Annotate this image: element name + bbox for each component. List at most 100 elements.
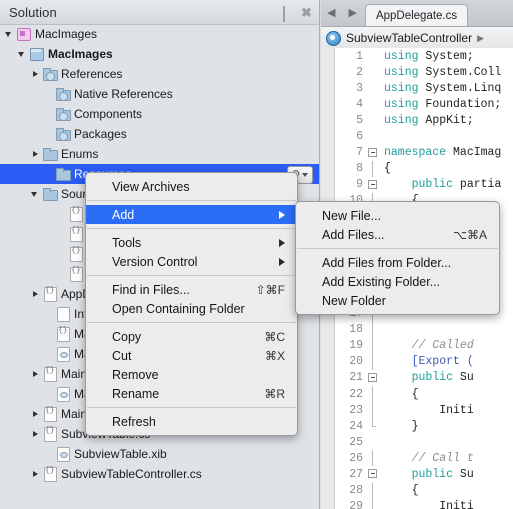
menu-item-label: Cut (112, 348, 132, 363)
disclosure-closed-icon[interactable] (30, 289, 41, 300)
code-line: 5 using AppKit; (321, 112, 513, 128)
menu-item-shortcut: ⌘X (264, 348, 285, 363)
line-number: 5 (356, 113, 363, 127)
tree-row-label: Components (74, 107, 143, 121)
submenu-arrow-icon (279, 257, 285, 266)
menu-item-tools[interactable]: Tools (86, 233, 297, 252)
menu-item-shortcut: ⌘C (264, 329, 285, 344)
tree-row[interactable]: Enums (0, 144, 319, 164)
cs-file-icon (68, 246, 83, 262)
menu-item-label: Add Files... (322, 227, 385, 242)
menu-item-view-archives[interactable]: View Archives (86, 177, 297, 196)
submenu-arrow-icon (279, 210, 285, 219)
disclosure-open-icon[interactable] (17, 49, 28, 60)
fold-marker[interactable] (367, 145, 380, 161)
context-menu[interactable]: View Archives Add Tools Version Control Find… (85, 172, 298, 436)
editor-tabbar: ◀ ▶ AppDelegate.cs (321, 0, 513, 27)
menu-item-find-in-files[interactable]: Find in Files... ⇧⌘F (86, 280, 297, 299)
menu-item-shortcut: ⌥⌘A (453, 227, 487, 242)
code-line: 21 public Su (321, 370, 513, 386)
code-line: 2 using System.Coll (321, 64, 513, 80)
line-number: 24 (349, 419, 363, 433)
tree-row-label: MacImages (35, 27, 98, 41)
menu-item-cut[interactable]: Cut ⌘X (86, 346, 297, 365)
menu-item-open-containing-folder[interactable]: Open Containing Folder (86, 299, 297, 318)
tab-appdelegate-cs[interactable]: AppDelegate.cs (364, 4, 469, 26)
disclosure-closed-icon[interactable] (30, 409, 41, 420)
menu-item-refresh[interactable]: Refresh (86, 412, 297, 431)
tree-row[interactable]: SubviewTableController.cs (0, 464, 319, 484)
add-submenu[interactable]: New File... Add Files... ⌥⌘A Add Files from… (295, 201, 500, 315)
fold-marker[interactable] (367, 466, 380, 482)
fold-marker (367, 64, 380, 80)
cs-file-icon (42, 426, 57, 442)
tree-row[interactable]: Packages (0, 124, 319, 144)
menu-separator (87, 407, 296, 408)
code-text: // Call t (384, 451, 474, 465)
disclosure-closed-icon[interactable] (30, 469, 41, 480)
disclosure-closed-icon[interactable] (30, 149, 41, 160)
disclosure-closed-icon[interactable] (30, 429, 41, 440)
line-number: 28 (349, 484, 363, 498)
folder-gear-icon (55, 87, 71, 101)
code-text: public partia (411, 178, 502, 192)
disclosure-closed-icon[interactable] (30, 369, 41, 380)
fold-marker (367, 450, 380, 467)
tree-row[interactable]: MacImages (0, 24, 319, 44)
forward-arrow-icon[interactable]: ▶ (348, 7, 356, 19)
chevron-right-icon: ▶ (477, 32, 484, 43)
code-line: 27 public Su (321, 466, 513, 482)
submenu-item-add-files-from-folder[interactable]: Add Files from Folder... (296, 253, 499, 272)
class-icon (326, 30, 341, 46)
breadcrumb-class[interactable]: SubviewTableController (346, 31, 472, 45)
code-text: Initi (384, 500, 474, 509)
menu-item-shortcut: ⇧⌘F (255, 282, 285, 297)
disclosure-open-icon[interactable] (4, 29, 15, 40)
code-line: 3 using System.Linq (321, 80, 513, 96)
code-text: // Called (384, 339, 474, 353)
menu-item-copy[interactable]: Copy ⌘C (86, 327, 297, 346)
solution-pad-header-buttons: ✖ (283, 0, 312, 24)
fold-marker (367, 129, 380, 145)
tree-row[interactable]: Components (0, 104, 319, 124)
tree-row[interactable]: Native References (0, 84, 319, 104)
submenu-item-new-folder[interactable]: New Folder (296, 291, 499, 310)
code-text: Initi (384, 403, 474, 417)
tree-row[interactable]: References (0, 64, 319, 84)
menu-item-label: Copy (112, 329, 142, 344)
menu-item-rename[interactable]: Rename ⌘R (86, 384, 297, 403)
code-line: 8{ (321, 160, 513, 177)
submenu-item-new-file[interactable]: New File... (296, 206, 499, 225)
line-number: 29 (349, 500, 363, 509)
fold-marker (367, 48, 380, 64)
submenu-item-add-existing-folder[interactable]: Add Existing Folder... (296, 272, 499, 291)
line-number: 21 (349, 371, 363, 385)
fold-marker (367, 337, 380, 354)
back-arrow-icon[interactable]: ◀ (327, 7, 335, 19)
menu-item-label: Add (112, 207, 135, 222)
menu-item-remove[interactable]: Remove (86, 365, 297, 384)
fold-marker (367, 96, 380, 112)
project-icon (29, 47, 44, 61)
close-icon[interactable]: ✖ (301, 6, 312, 19)
code-text: { (384, 484, 419, 498)
tree-row[interactable]: SubviewTable.xib (0, 444, 319, 464)
pin-icon[interactable] (283, 5, 294, 22)
menu-item-add[interactable]: Add (86, 205, 297, 224)
disclosure-closed-icon[interactable] (30, 69, 41, 80)
line-number: 6 (356, 130, 363, 144)
line-number: 22 (349, 387, 363, 401)
menu-item-version-control[interactable]: Version Control (86, 252, 297, 271)
fold-marker[interactable] (367, 177, 380, 193)
xib-file-icon (55, 387, 70, 402)
code-line: 24 } (321, 418, 513, 434)
tree-row[interactable]: MacImages (0, 44, 319, 64)
submenu-item-add-files[interactable]: Add Files... ⌥⌘A (296, 225, 499, 244)
disclosure-open-icon[interactable] (30, 189, 41, 200)
xib-file-icon (55, 347, 70, 362)
fold-marker[interactable] (367, 370, 380, 386)
folder-gear-icon (42, 67, 58, 81)
